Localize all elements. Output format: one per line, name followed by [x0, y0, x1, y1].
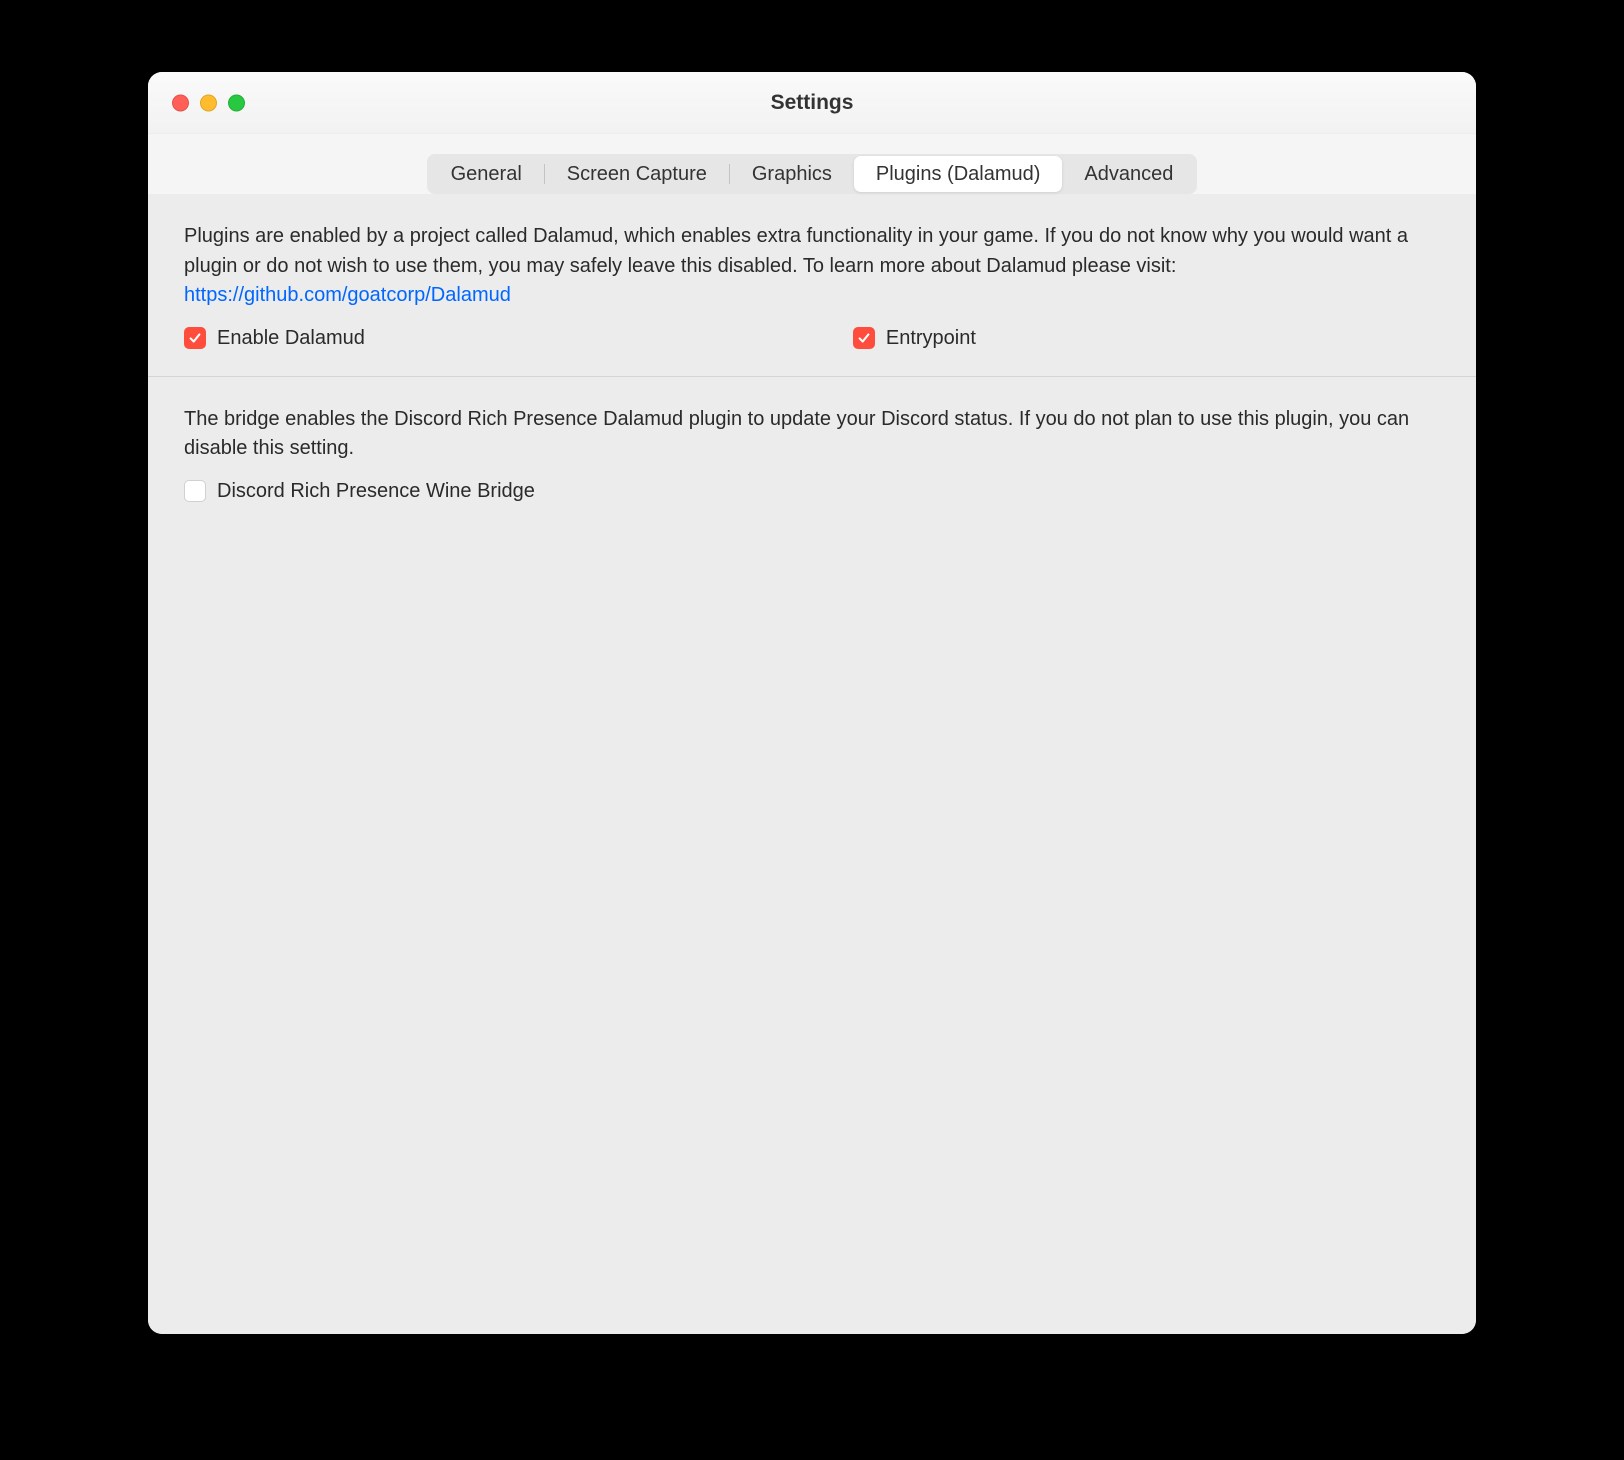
- tabbar: General Screen Capture Graphics Plugins …: [427, 154, 1198, 194]
- bridge-checkbox-row: Discord Rich Presence Wine Bridge: [184, 480, 1440, 503]
- entrypoint-group: Entrypoint: [853, 327, 976, 350]
- enable-dalamud-group: Enable Dalamud: [184, 327, 365, 350]
- tab-screen-capture[interactable]: Screen Capture: [545, 156, 729, 192]
- enable-dalamud-checkbox[interactable]: [184, 327, 206, 349]
- checkmark-icon: [857, 331, 871, 345]
- plugins-description: Plugins are enabled by a project called …: [184, 222, 1440, 311]
- settings-window: Settings General Screen Capture Graphics…: [148, 72, 1476, 1334]
- minimize-button[interactable]: [200, 94, 217, 111]
- traffic-lights: [172, 94, 245, 111]
- dalamud-link[interactable]: https://github.com/goatcorp/Dalamud: [184, 284, 511, 306]
- entrypoint-label: Entrypoint: [886, 327, 976, 350]
- tabbar-container: General Screen Capture Graphics Plugins …: [148, 134, 1476, 194]
- entrypoint-checkbox[interactable]: [853, 327, 875, 349]
- titlebar: Settings: [148, 72, 1476, 134]
- bridge-section: The bridge enables the Discord Rich Pres…: [148, 376, 1476, 529]
- discord-bridge-group: Discord Rich Presence Wine Bridge: [184, 480, 1440, 503]
- content-area: Plugins are enabled by a project called …: [148, 194, 1476, 1334]
- plugins-checkbox-row: Enable Dalamud Entrypoint: [184, 327, 1440, 350]
- close-button[interactable]: [172, 94, 189, 111]
- window-title: Settings: [148, 91, 1476, 115]
- tab-general[interactable]: General: [429, 156, 544, 192]
- plugins-section: Plugins are enabled by a project called …: [148, 194, 1476, 376]
- tab-graphics[interactable]: Graphics: [730, 156, 854, 192]
- maximize-button[interactable]: [228, 94, 245, 111]
- discord-bridge-label: Discord Rich Presence Wine Bridge: [217, 480, 535, 503]
- discord-bridge-checkbox[interactable]: [184, 480, 206, 502]
- bridge-description: The bridge enables the Discord Rich Pres…: [184, 405, 1440, 464]
- tab-advanced[interactable]: Advanced: [1062, 156, 1195, 192]
- tab-plugins[interactable]: Plugins (Dalamud): [854, 156, 1063, 192]
- checkmark-icon: [188, 331, 202, 345]
- plugins-description-text: Plugins are enabled by a project called …: [184, 225, 1408, 277]
- enable-dalamud-label: Enable Dalamud: [217, 327, 365, 350]
